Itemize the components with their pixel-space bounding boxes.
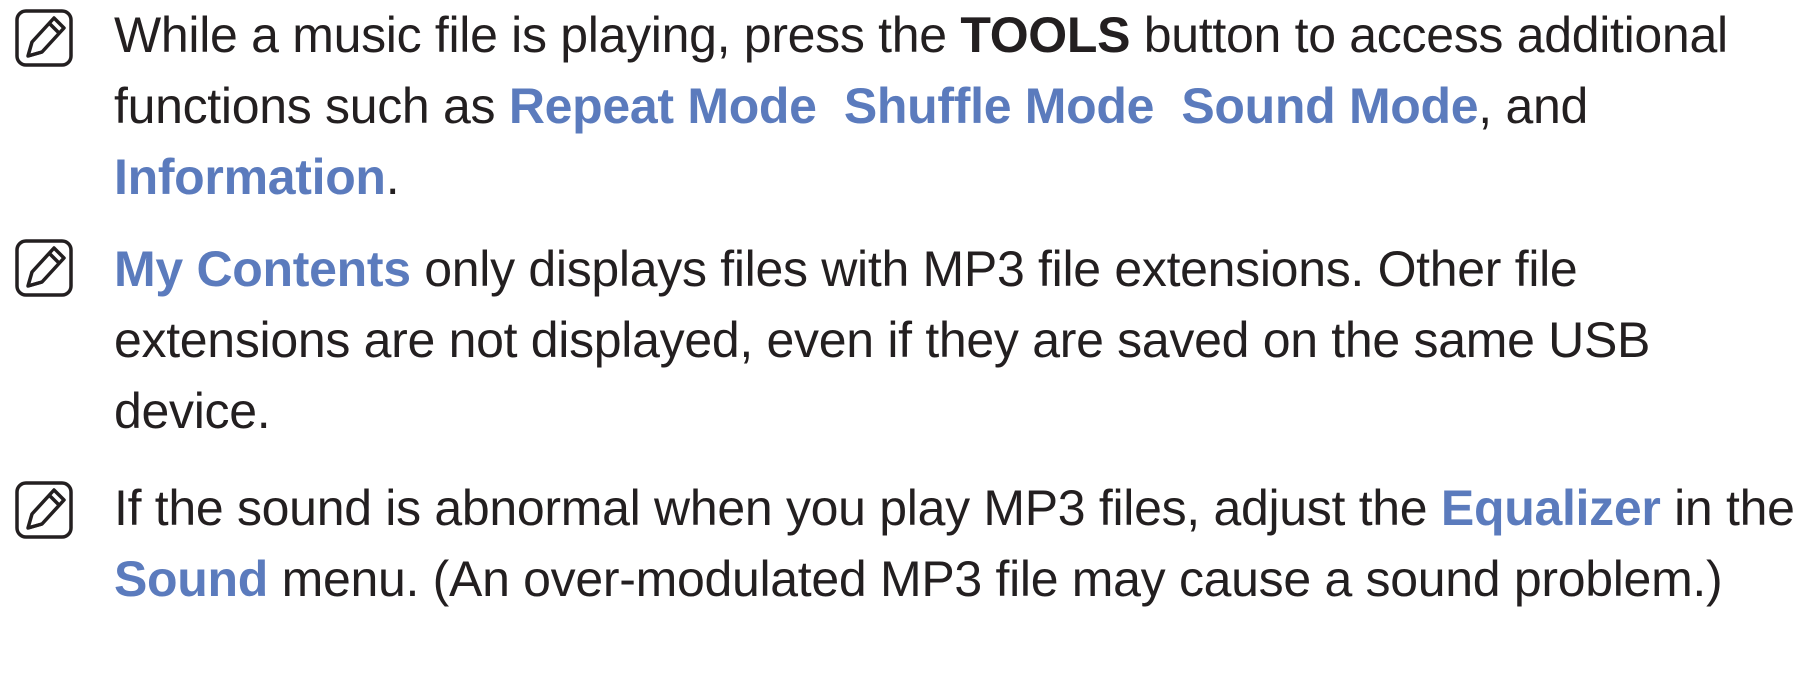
note-pencil-icon [15, 481, 73, 539]
note-3-text-c: menu. (An over-modulated MP3 file may ca… [268, 551, 1723, 607]
tools-button-label: TOOLS [960, 7, 1131, 63]
note-1-text-d: . [385, 149, 400, 205]
note-pencil-icon [15, 9, 73, 67]
note-1-sep-2 [1154, 78, 1181, 134]
note-3-text-b: in the [1660, 480, 1795, 536]
repeat-mode-term: Repeat Mode [508, 78, 817, 134]
note-pencil-icon [15, 239, 73, 297]
note-1-text-a: While a music file is playing, press the [114, 7, 961, 63]
my-contents-term: My Contents [114, 241, 411, 297]
sound-mode-term: Sound Mode [1181, 78, 1479, 134]
note-1-text-c: , and [1478, 78, 1589, 134]
note-3-text-a: If the sound is abnormal when you play M… [114, 480, 1441, 536]
note-1-text: While a music file is playing, press the… [114, 0, 1814, 213]
sound-menu-term: Sound [114, 551, 269, 607]
note-3-text: If the sound is abnormal when you play M… [114, 473, 1814, 615]
information-term: Information [114, 149, 386, 205]
note-2-text: My Contents only displays files with MP3… [114, 234, 1814, 447]
equalizer-term: Equalizer [1440, 480, 1661, 536]
shuffle-mode-term: Shuffle Mode [843, 78, 1155, 134]
note-1-sep-1 [817, 78, 844, 134]
